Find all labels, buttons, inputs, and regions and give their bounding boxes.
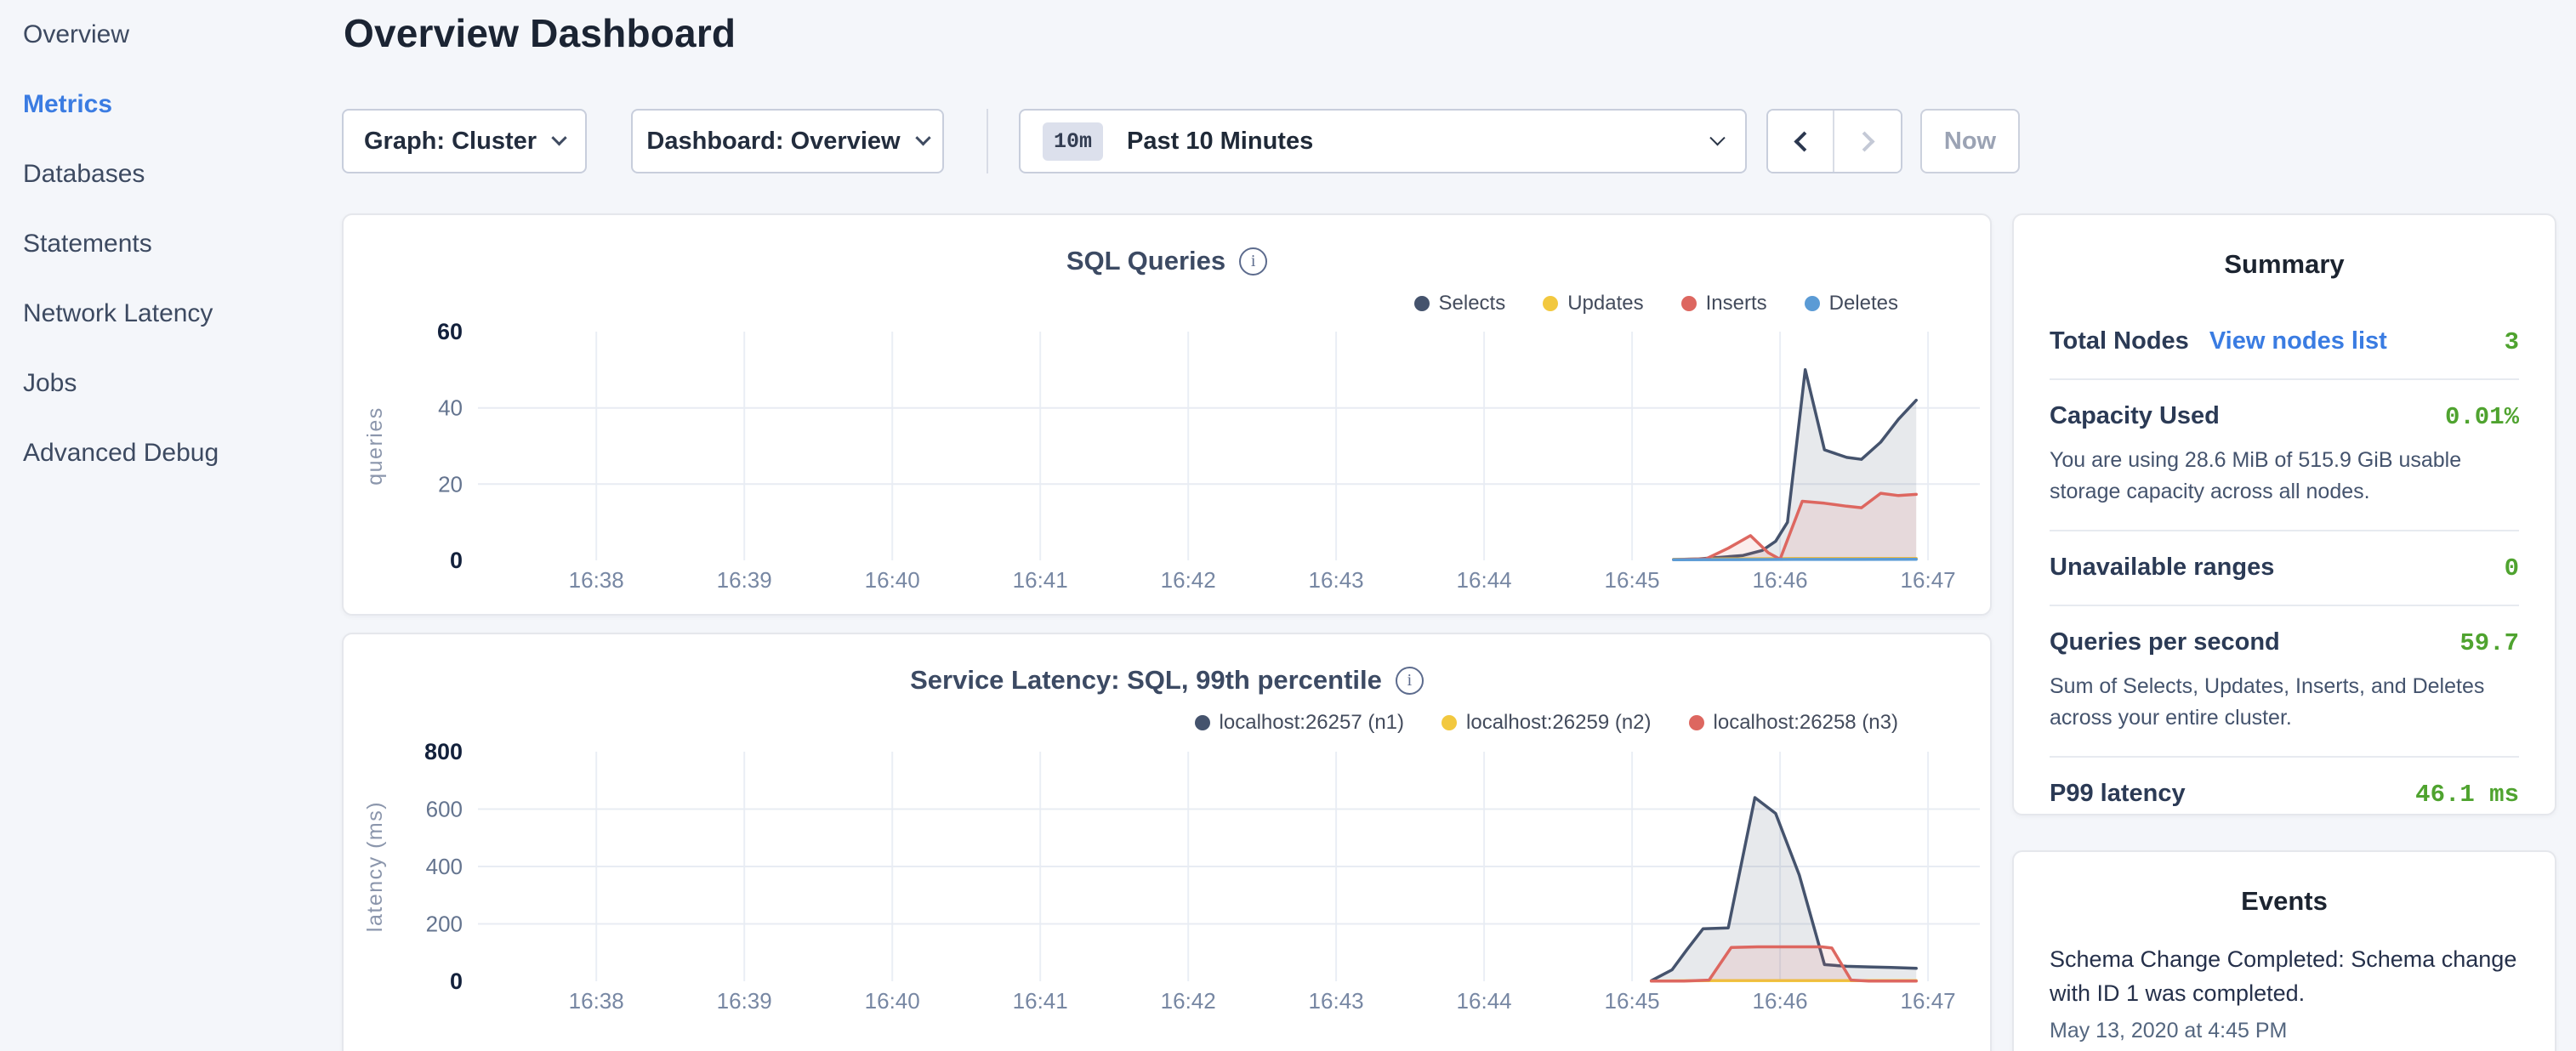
page-title: Overview Dashboard bbox=[344, 10, 736, 56]
svg-text:16:38: 16:38 bbox=[569, 988, 624, 1014]
svg-text:16:40: 16:40 bbox=[865, 567, 920, 593]
events-title: Events bbox=[2050, 852, 2519, 917]
page-root: Overview Metrics Databases Statements Ne… bbox=[0, 0, 2576, 1051]
chevron-down-icon bbox=[915, 130, 930, 145]
svg-text:16:43: 16:43 bbox=[1309, 567, 1364, 593]
summary-value: 0.01% bbox=[2445, 403, 2519, 431]
svg-text:16:44: 16:44 bbox=[1457, 567, 1512, 593]
divider bbox=[987, 109, 988, 173]
svg-text:queries: queries bbox=[363, 406, 387, 486]
summary-value: 0 bbox=[2505, 554, 2519, 582]
chevron-right-icon bbox=[1854, 131, 1874, 151]
sidebar-item-databases[interactable]: Databases bbox=[0, 139, 333, 209]
summary-label: Capacity Used bbox=[2050, 402, 2220, 430]
summary-label: Queries per second bbox=[2050, 628, 2280, 656]
svg-text:20: 20 bbox=[438, 471, 463, 497]
svg-text:16:39: 16:39 bbox=[717, 988, 772, 1014]
sidebar-item-network-latency[interactable]: Network Latency bbox=[0, 279, 333, 349]
sidebar-item-advanced-debug[interactable]: Advanced Debug bbox=[0, 418, 333, 488]
dashboard-dropdown-label: Dashboard: Overview bbox=[646, 128, 900, 156]
graph-scope-dropdown-label: Graph: Cluster bbox=[364, 128, 537, 156]
svg-text:40: 40 bbox=[438, 395, 463, 421]
svg-text:60: 60 bbox=[437, 319, 463, 344]
svg-text:16:42: 16:42 bbox=[1161, 567, 1216, 593]
time-range-badge: 10m bbox=[1043, 122, 1103, 161]
summary-panel: Summary Total Nodes View nodes list 3 Ca… bbox=[2012, 213, 2556, 815]
svg-text:16:45: 16:45 bbox=[1605, 988, 1660, 1014]
summary-row-p99-latency: P99 latency 46.1 ms bbox=[2050, 758, 2519, 831]
summary-label: P99 latency bbox=[2050, 780, 2186, 808]
svg-text:16:40: 16:40 bbox=[865, 988, 920, 1014]
summary-row-unavailable-ranges: Unavailable ranges 0 bbox=[2050, 531, 2519, 605]
svg-text:16:41: 16:41 bbox=[1013, 988, 1068, 1014]
sidebar-nav: Overview Metrics Databases Statements Ne… bbox=[0, 0, 333, 488]
service-latency-chart-card: Service Latency: SQL, 99th percentile i … bbox=[342, 633, 1992, 1051]
sql-queries-chart-card: SQL Queries i SelectsUpdatesInsertsDelet… bbox=[342, 213, 1992, 616]
sidebar-item-jobs[interactable]: Jobs bbox=[0, 349, 333, 418]
summary-row-total-nodes: Total Nodes View nodes list 3 bbox=[2050, 305, 2519, 378]
event-item[interactable]: Schema Change Completed: Schema change w… bbox=[2050, 942, 2519, 1043]
svg-text:0: 0 bbox=[450, 548, 463, 573]
svg-text:16:47: 16:47 bbox=[1901, 988, 1956, 1014]
svg-text:400: 400 bbox=[426, 854, 463, 879]
svg-text:16:42: 16:42 bbox=[1161, 988, 1216, 1014]
dashboard-controls: Graph: Cluster Dashboard: Overview 10m P… bbox=[342, 109, 2020, 173]
event-text: Schema Change Completed: Schema change w… bbox=[2050, 942, 2519, 1010]
sidebar-item-overview[interactable]: Overview bbox=[0, 0, 333, 70]
chart-svg: 16:38 16:39 16:40 16:41 16:42 16:43 16:44 16:45… bbox=[344, 215, 1992, 616]
summary-value: 3 bbox=[2505, 328, 2519, 356]
svg-text:16:47: 16:47 bbox=[1901, 567, 1956, 593]
svg-text:16:44: 16:44 bbox=[1457, 988, 1512, 1014]
summary-label: Total Nodes bbox=[2050, 327, 2189, 355]
summary-value: 59.7 bbox=[2459, 629, 2519, 657]
svg-text:200: 200 bbox=[426, 912, 463, 937]
svg-text:latency (ms): latency (ms) bbox=[363, 801, 387, 932]
chart-svg: 16:38 16:39 16:40 16:41 16:42 16:43 16:44 16:45… bbox=[344, 634, 1992, 1051]
svg-text:16:41: 16:41 bbox=[1013, 567, 1068, 593]
event-timestamp: May 13, 2020 at 4:45 PM bbox=[2050, 1019, 2519, 1043]
svg-text:16:38: 16:38 bbox=[569, 567, 624, 593]
summary-row-capacity-used: Capacity Used 0.01% You are using 28.6 M… bbox=[2050, 380, 2519, 530]
sql-queries-chart[interactable]: 16:38 16:39 16:40 16:41 16:42 16:43 16:44 16:45… bbox=[344, 215, 1990, 614]
svg-text:16:46: 16:46 bbox=[1753, 567, 1808, 593]
time-next-button[interactable] bbox=[1834, 111, 1901, 172]
graph-scope-dropdown[interactable]: Graph: Cluster bbox=[342, 109, 587, 173]
summary-description: You are using 28.6 MiB of 515.9 GiB usab… bbox=[2050, 445, 2519, 508]
sidebar-item-statements[interactable]: Statements bbox=[0, 209, 333, 279]
svg-text:16:43: 16:43 bbox=[1309, 988, 1364, 1014]
dashboard-dropdown[interactable]: Dashboard: Overview bbox=[631, 109, 944, 173]
summary-value: 46.1 ms bbox=[2415, 781, 2519, 809]
chevron-left-icon bbox=[1794, 131, 1814, 151]
time-range-label: Past 10 Minutes bbox=[1127, 128, 1313, 156]
svg-text:600: 600 bbox=[426, 797, 463, 822]
svg-text:16:46: 16:46 bbox=[1753, 988, 1808, 1014]
events-panel: Events Schema Change Completed: Schema c… bbox=[2012, 850, 2556, 1051]
service-latency-chart[interactable]: 16:38 16:39 16:40 16:41 16:42 16:43 16:44 16:45… bbox=[344, 634, 1990, 1051]
svg-text:16:39: 16:39 bbox=[717, 567, 772, 593]
view-nodes-list-link[interactable]: View nodes list bbox=[2209, 327, 2387, 355]
time-prev-button[interactable] bbox=[1768, 111, 1834, 172]
time-step-buttons bbox=[1766, 109, 1902, 173]
sidebar-item-metrics[interactable]: Metrics bbox=[0, 70, 333, 139]
summary-title: Summary bbox=[2050, 215, 2519, 280]
svg-text:0: 0 bbox=[450, 969, 463, 994]
summary-description: Sum of Selects, Updates, Inserts, and De… bbox=[2050, 671, 2519, 734]
svg-text:16:45: 16:45 bbox=[1605, 567, 1660, 593]
chevron-down-icon bbox=[1709, 130, 1725, 145]
now-button[interactable]: Now bbox=[1920, 109, 2020, 173]
summary-label: Unavailable ranges bbox=[2050, 554, 2274, 582]
svg-text:800: 800 bbox=[424, 739, 463, 764]
chevron-down-icon bbox=[551, 130, 566, 145]
summary-row-queries-per-second: Queries per second 59.7 Sum of Selects, … bbox=[2050, 606, 2519, 756]
sidebar: Overview Metrics Databases Statements Ne… bbox=[0, 0, 333, 1051]
time-range-selector[interactable]: 10m Past 10 Minutes bbox=[1019, 109, 1747, 173]
